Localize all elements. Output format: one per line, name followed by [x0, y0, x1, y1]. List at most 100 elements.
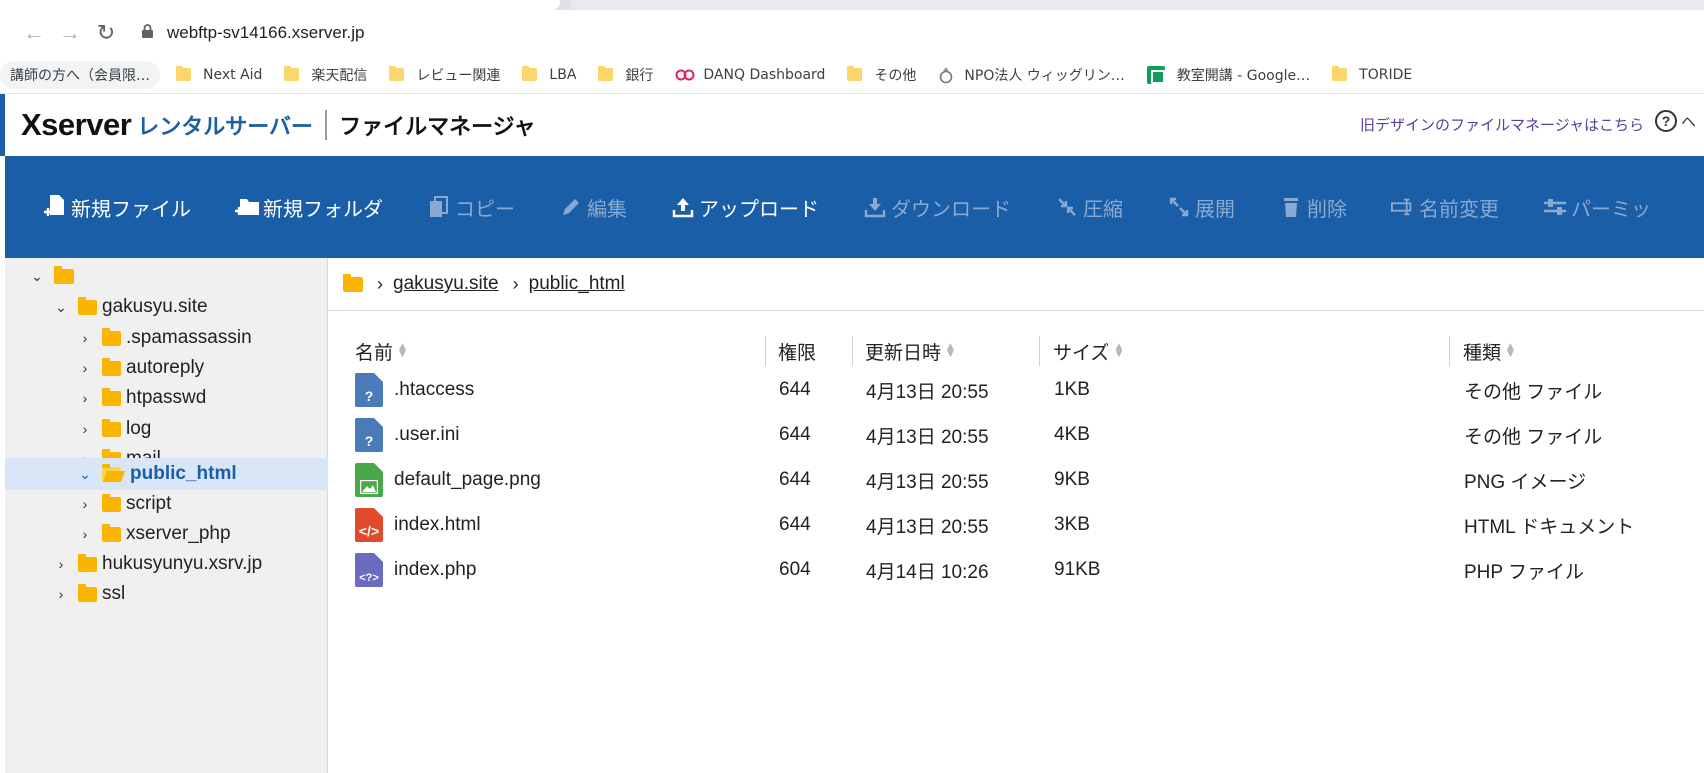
bookmark-item[interactable]: TORIDE: [1332, 66, 1412, 83]
bookmark-item[interactable]: LBA: [522, 66, 576, 83]
file-table-header: 名前 ▲ ▼ 権限 更新日時 ▲ ▼ サイズ ▲ ▼ 種類 ▲ ▼: [328, 336, 1704, 366]
column-header-permission[interactable]: 権限: [778, 336, 816, 366]
column-header-name[interactable]: 名前 ▲ ▼: [355, 336, 406, 366]
compress-icon: [1055, 195, 1079, 219]
app-header: Xserver レンタルサーバー ファイルマネージャ 旧デザインのファイルマネー…: [0, 94, 1704, 156]
extract-button[interactable]: 展開: [1167, 193, 1235, 222]
tree-item-autoreply[interactable]: › autoreply: [5, 352, 328, 384]
tree-item-log[interactable]: › log: [5, 413, 328, 445]
tree-item-label: xserver_php: [126, 523, 231, 544]
tree-item-spamassassin[interactable]: › .spamassassin: [5, 322, 328, 354]
column-header-size[interactable]: サイズ ▲ ▼: [1053, 336, 1122, 366]
tree-item-root[interactable]: ⌄: [5, 260, 328, 292]
file-date: 4月14日 10:26: [866, 561, 989, 583]
bookmark-item[interactable]: 講師の方へ（会員限…: [0, 60, 160, 89]
column-divider[interactable]: [765, 336, 766, 366]
chevron-right-icon[interactable]: ›: [78, 421, 92, 437]
file-type: その他 ファイル: [1464, 381, 1603, 403]
column-divider[interactable]: [852, 336, 853, 366]
chevron-right-icon[interactable]: ›: [54, 556, 68, 572]
help-button[interactable]: ? ヘ: [1654, 110, 1696, 132]
download-button[interactable]: ダウンロード: [863, 193, 1011, 222]
pencil-icon: [559, 195, 583, 219]
chevron-right-icon[interactable]: ›: [78, 526, 92, 542]
file-date: 4月13日 20:55: [866, 381, 989, 403]
browser-tab[interactable]: [570, 0, 1704, 10]
file-permission: 644: [779, 379, 811, 400]
folder-icon: [847, 66, 863, 81]
edit-button[interactable]: 編集: [559, 193, 627, 222]
url-field[interactable]: webftp-sv14166.xserver.jp: [142, 23, 365, 43]
chevron-right-icon: ›: [512, 273, 519, 294]
table-row[interactable]: </> index.html 644 4月13日 20:55 3KB HTML …: [328, 504, 1704, 546]
file-date: 4月13日 20:55: [866, 516, 989, 538]
bookmark-item[interactable]: レビュー関連: [389, 65, 500, 85]
table-row[interactable]: <?> index.php 604 4月14日 10:26 91KB PHP フ…: [328, 549, 1704, 591]
bookmark-item[interactable]: NPO法人 ウィッグリン…: [938, 65, 1125, 85]
bookmark-item[interactable]: 教室開講 - Google…: [1146, 65, 1310, 85]
chevron-down-icon[interactable]: ⌄: [78, 466, 92, 482]
chevron-right-icon[interactable]: ›: [78, 330, 92, 346]
new-file-button[interactable]: 新規ファイル: [43, 193, 191, 222]
tree-item-hukusyunyu[interactable]: › hukusyunyu.xsrv.jp: [5, 548, 328, 580]
help-icon: ?: [1654, 110, 1677, 132]
chevron-right-icon[interactable]: ›: [78, 496, 92, 512]
chevron-right-icon[interactable]: ›: [78, 360, 92, 376]
bookmark-item[interactable]: 銀行: [598, 65, 653, 85]
chevron-down-icon[interactable]: ⌄: [54, 299, 68, 315]
tree-item-htpasswd[interactable]: › htpasswd: [5, 382, 328, 414]
download-icon: [863, 195, 887, 219]
chevron-right-icon[interactable]: ›: [54, 586, 68, 602]
tree-item-script[interactable]: › script: [5, 488, 328, 520]
tree-item-gakusyu-site[interactable]: ⌄ gakusyu.site: [5, 291, 328, 323]
bookmark-item[interactable]: Next Aid: [176, 66, 262, 83]
compress-button[interactable]: 圧縮: [1055, 193, 1123, 222]
folder-icon: [176, 66, 191, 81]
tree-item-ssl[interactable]: › ssl: [5, 578, 328, 610]
brand-main: Xserver: [21, 107, 132, 142]
delete-button[interactable]: 削除: [1279, 193, 1347, 222]
column-divider[interactable]: [1039, 336, 1040, 366]
breadcrumb-item[interactable]: public_html: [529, 273, 625, 295]
upload-button[interactable]: アップロード: [671, 193, 819, 222]
reload-icon[interactable]: ↻: [88, 15, 124, 51]
brand-sub: レンタルサーバー: [137, 115, 314, 140]
brand-logo[interactable]: Xserver レンタルサーバー ファイルマネージャ: [21, 107, 536, 143]
table-row[interactable]: default_page.png 644 4月13日 20:55 9KB PNG…: [328, 459, 1704, 501]
trash-icon: [1279, 195, 1303, 219]
table-row[interactable]: ? .htaccess 644 4月13日 20:55 1KB その他 ファイル: [328, 369, 1704, 411]
column-divider[interactable]: [1449, 336, 1450, 366]
copy-button[interactable]: コピー: [427, 193, 515, 222]
file-size: 3KB: [1054, 514, 1090, 535]
url-text: webftp-sv14166.xserver.jp: [167, 23, 365, 42]
chevron-right-icon[interactable]: ›: [78, 390, 92, 406]
file-size: 9KB: [1054, 469, 1090, 490]
forward-arrow-icon[interactable]: →: [52, 15, 88, 51]
breadcrumb-item[interactable]: gakusyu.site: [393, 273, 499, 295]
new-file-icon: [43, 195, 67, 219]
column-header-date[interactable]: 更新日時 ▲ ▼: [865, 336, 954, 366]
folder-icon[interactable]: [343, 273, 363, 292]
new-folder-button[interactable]: 新規フォルダ: [235, 193, 383, 222]
back-arrow-icon[interactable]: ←: [16, 15, 52, 51]
bookmark-item[interactable]: DANQ Dashboard: [675, 67, 825, 83]
bookmark-item[interactable]: その他: [847, 65, 916, 85]
tree-item-public-html[interactable]: ⌄ public_html: [5, 458, 328, 490]
old-design-link[interactable]: 旧デザインのファイルマネージャはこちら: [1360, 114, 1644, 135]
bookmark-item[interactable]: 楽天配信: [284, 65, 367, 85]
bookmarks-bar: 講師の方へ（会員限… Next Aid 楽天配信 レビュー関連 LBA 銀行 D…: [0, 56, 1704, 94]
chevron-down-icon[interactable]: ⌄: [30, 268, 44, 284]
file-size: 4KB: [1054, 424, 1090, 445]
file-size: 91KB: [1054, 559, 1101, 580]
permission-button[interactable]: パーミッ: [1543, 193, 1651, 222]
chevron-right-icon: ›: [377, 273, 383, 294]
rename-icon: [1391, 195, 1415, 219]
column-header-type[interactable]: 種類 ▲ ▼: [1463, 336, 1514, 366]
tab-strip: [0, 0, 1704, 10]
ring-icon: [938, 66, 954, 84]
address-bar: ← → ↻ webftp-sv14166.xserver.jp: [0, 10, 1704, 56]
table-row[interactable]: ? .user.ini 644 4月13日 20:55 4KB その他 ファイル: [328, 414, 1704, 456]
rename-button[interactable]: 名前変更: [1391, 193, 1499, 222]
tree-item-xserver-php[interactable]: › xserver_php: [5, 518, 328, 550]
active-browser-tab[interactable]: [0, 0, 560, 10]
